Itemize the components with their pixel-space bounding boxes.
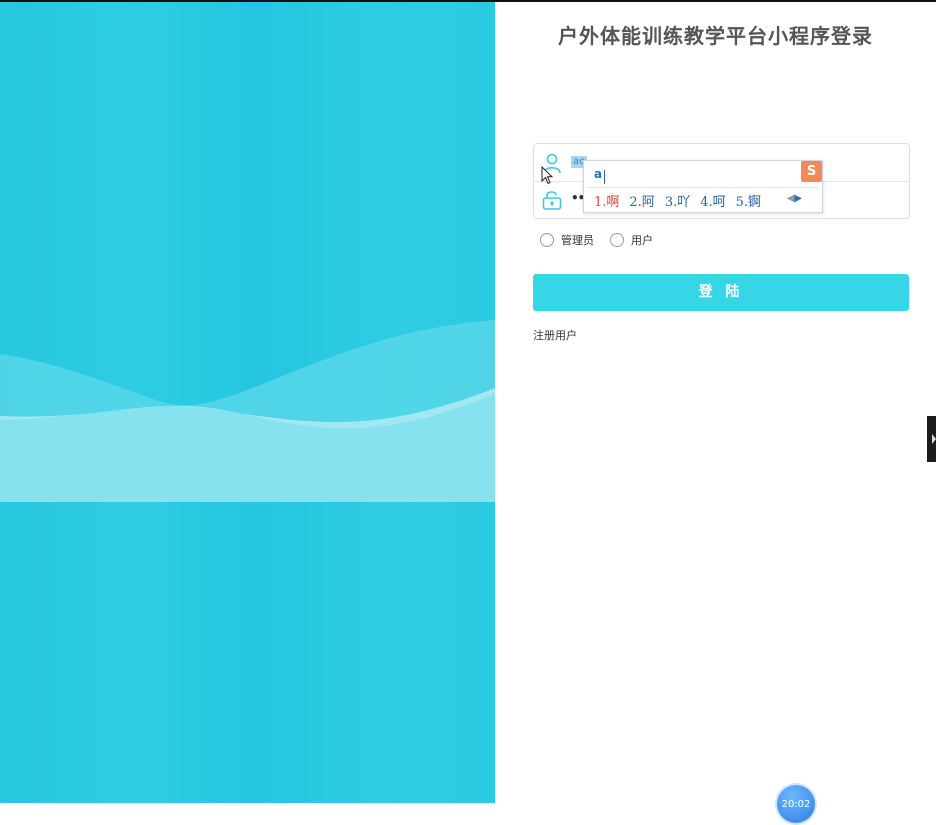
floating-clock-widget[interactable]: 20:02 (777, 785, 815, 823)
role-label: 管理员 (561, 234, 594, 247)
role-label: 用户 (631, 234, 653, 247)
chevron-right-icon (932, 434, 936, 444)
ime-candidate[interactable]: 4.呵 (700, 191, 725, 210)
ime-candidate-popup: a S 1.啊 2.阿 3.吖 4.呵 5.锕 ◀▶ (583, 160, 823, 213)
ime-input-text: a (594, 167, 603, 181)
radio-button[interactable] (540, 233, 554, 247)
chevron-right-icon[interactable]: ▶ (794, 193, 802, 204)
role-option-admin[interactable]: 管理员 (540, 232, 594, 248)
role-option-user[interactable]: 用户 (610, 232, 653, 248)
ime-candidate[interactable]: 2.阿 (629, 191, 654, 210)
ime-candidate[interactable]: 5.锕 (736, 191, 761, 210)
ime-candidate[interactable]: 3.吖 (665, 191, 690, 210)
wave-graphic (0, 320, 495, 502)
ime-candidate[interactable]: 1.啊 (594, 191, 619, 210)
ime-divider (588, 187, 818, 188)
ime-candidate-list: 1.啊 2.阿 3.吖 4.呵 5.锕 (594, 191, 761, 210)
login-button[interactable]: 登 陆 (533, 274, 909, 311)
ime-caret (604, 170, 605, 184)
side-drawer-toggle[interactable] (927, 416, 936, 462)
page-title: 户外体能训练教学平台小程序登录 (558, 24, 873, 48)
ime-page-arrows[interactable]: ◀▶ (787, 193, 802, 204)
sogou-logo-icon[interactable]: S (801, 161, 822, 182)
radio-button[interactable] (610, 233, 624, 247)
decorative-wave-panel (0, 2, 495, 803)
lock-icon (542, 191, 562, 210)
register-link[interactable]: 注册用户 (533, 327, 577, 343)
mouse-cursor-icon (541, 166, 554, 185)
